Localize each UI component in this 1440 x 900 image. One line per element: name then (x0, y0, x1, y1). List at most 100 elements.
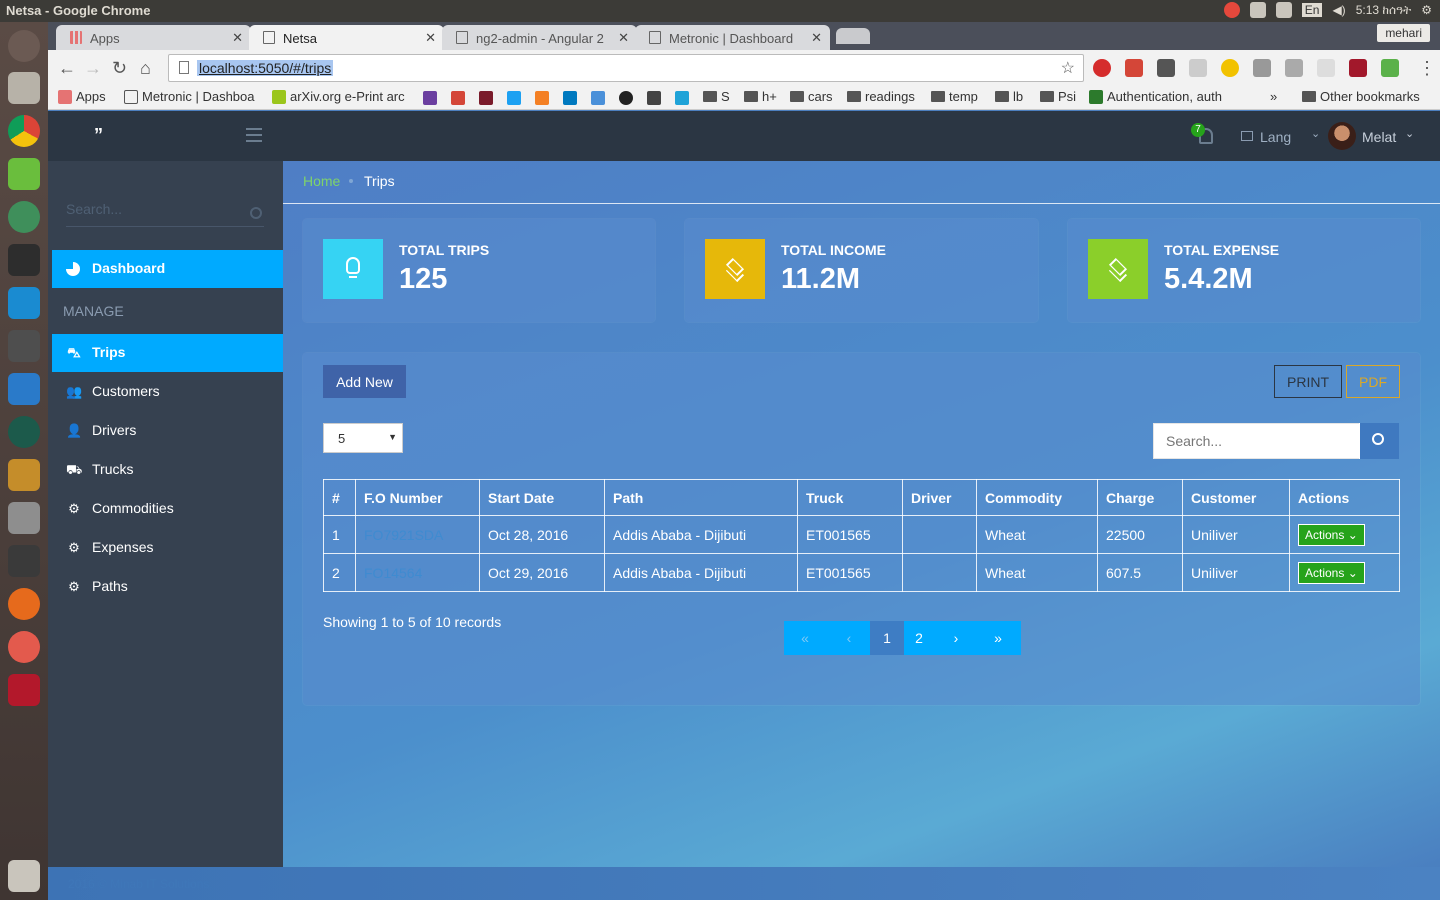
slack-icon[interactable] (479, 91, 493, 105)
prev-page-button[interactable]: ‹ (832, 621, 866, 655)
chrome-menu-icon[interactable]: ⋮ (1418, 58, 1436, 79)
twitter-icon[interactable] (507, 91, 521, 105)
bookmark-arxiv[interactable]: arXiv.org e-Print arc (272, 89, 405, 104)
bookmark-folder-psi[interactable]: Psi (1040, 89, 1076, 104)
sidebar-item-trucks[interactable]: ⛟ Trucks (52, 451, 283, 489)
reload-icon[interactable]: ↻ (112, 58, 127, 79)
tab-metronic[interactable]: Metronic | Dashboard ✕ (635, 25, 830, 50)
page-2-button[interactable]: 2 (902, 621, 936, 655)
bookmark-folder-s[interactable]: S (703, 89, 730, 104)
vue-devtools-icon[interactable] (1253, 59, 1271, 77)
lifebuoy-icon[interactable] (8, 631, 40, 663)
sidebar-item-customers[interactable]: 👥 Customers (52, 373, 283, 411)
mendeley-ext-icon[interactable] (1349, 59, 1367, 77)
close-icon[interactable]: ✕ (811, 30, 822, 46)
settings-gear-icon[interactable]: ⚙ (1421, 3, 1432, 17)
bookmarks-overflow[interactable]: » (1270, 89, 1277, 104)
bookmark-folder-hplus[interactable]: h+ (744, 89, 777, 104)
bookmark-folder-temp[interactable]: temp (931, 89, 978, 104)
ubuntu-home-icon[interactable] (8, 30, 40, 62)
bookmark-folder-lb[interactable]: lb (995, 89, 1023, 104)
bookmark-auth[interactable]: Authentication, auth (1089, 89, 1224, 104)
logo[interactable]: ” (94, 125, 103, 146)
address-bar[interactable]: localhost:5050/#/trips ☆ (168, 54, 1084, 82)
column-header[interactable]: Charge (1097, 479, 1183, 516)
webstorm-icon[interactable] (8, 287, 40, 319)
table-search-input[interactable] (1154, 424, 1359, 458)
actions-dropdown-button[interactable]: Actions ⌄ (1298, 523, 1365, 546)
link-icon[interactable] (591, 91, 605, 105)
column-header[interactable]: Commodity (976, 479, 1098, 516)
gmail-icon[interactable] (1125, 59, 1143, 77)
first-page-button[interactable]: « (788, 621, 822, 655)
column-header[interactable]: F.O Number (355, 479, 480, 516)
eyedropper-icon[interactable] (1381, 59, 1399, 77)
devdocs-icon[interactable] (647, 91, 661, 105)
sidebar-item-expenses[interactable]: ⚙ Expenses (52, 529, 283, 567)
bookmark-folder-readings[interactable]: readings (847, 89, 915, 104)
terminal-icon[interactable] (8, 244, 40, 276)
bookmark-other[interactable]: Other bookmarks (1302, 89, 1420, 104)
stackoverflow-icon[interactable] (535, 91, 549, 105)
adblock-icon[interactable] (1093, 59, 1111, 77)
bookmark-folder-cars[interactable]: cars (790, 89, 833, 104)
menu-toggle-icon[interactable] (246, 128, 262, 142)
fo-number-link[interactable]: FO7921SDA (364, 527, 443, 543)
chrome-tray-icon[interactable] (1223, 2, 1240, 18)
page-1-button[interactable]: 1 (870, 621, 904, 655)
trello-icon[interactable] (563, 91, 577, 105)
page-info-icon[interactable] (179, 61, 189, 74)
sidebar-item-dashboard[interactable]: Dashboard (52, 250, 283, 288)
search-button[interactable] (1359, 423, 1399, 459)
close-icon[interactable]: ✕ (425, 30, 436, 46)
actions-dropdown-button[interactable]: Actions ⌄ (1298, 561, 1365, 584)
column-header[interactable]: # (323, 479, 356, 516)
clock[interactable]: 5:13 ከሰዓት (1356, 3, 1412, 18)
forward-icon[interactable]: → (84, 58, 102, 79)
home-icon[interactable]: ⌂ (140, 58, 151, 79)
sidebar-item-trips[interactable]: ⛍ Trips (52, 334, 283, 372)
extension-grey-icon[interactable] (1189, 59, 1207, 77)
gitkraken-icon[interactable] (8, 416, 40, 448)
sidebar-item-paths[interactable]: ⚙ Paths (52, 568, 283, 606)
files-icon[interactable] (8, 72, 40, 104)
github-icon[interactable] (619, 91, 633, 105)
tab-apps[interactable]: Apps ✕ (56, 25, 251, 50)
bookmark-apps[interactable]: Apps (58, 89, 106, 104)
print-button[interactable]: PRINT (1274, 365, 1342, 398)
breadcrumb-home-link[interactable]: Home (303, 173, 340, 189)
tab-netsa[interactable]: Netsa ✕ (249, 25, 444, 50)
avatar[interactable] (1328, 122, 1356, 150)
profile-button[interactable]: mehari (1377, 24, 1430, 42)
cloud-icon[interactable] (1249, 2, 1266, 18)
keyboard-lang[interactable]: En (1301, 3, 1323, 17)
pocket-icon[interactable] (1157, 59, 1175, 77)
extension-light-icon[interactable] (1317, 59, 1335, 77)
mendeley-icon[interactable] (8, 674, 40, 706)
sidebar-search[interactable]: Search... (66, 201, 264, 227)
chrome-launcher-icon[interactable] (8, 115, 40, 147)
language-dropdown[interactable]: Lang (1260, 129, 1291, 145)
vscode-icon[interactable] (8, 373, 40, 405)
next-page-button[interactable]: › (939, 621, 973, 655)
gmail-bookmark-icon[interactable] (451, 91, 465, 105)
sidebar-item-drivers[interactable]: 👤 Drivers (52, 412, 283, 450)
search-icon[interactable] (250, 207, 262, 219)
fo-number-link[interactable]: FO14564 (364, 565, 422, 581)
firefox-icon[interactable] (8, 588, 40, 620)
sublime-icon[interactable] (8, 330, 40, 362)
angular-icon[interactable] (1285, 59, 1303, 77)
system-monitor-icon[interactable] (8, 545, 40, 577)
column-header[interactable]: Path (604, 479, 798, 516)
sidebar-search-input[interactable]: Search... (66, 201, 122, 217)
add-new-button[interactable]: Add New (323, 365, 406, 398)
page-size-select[interactable]: 5 ▼ (323, 423, 403, 453)
yammer-icon[interactable] (675, 91, 689, 105)
pdf-button[interactable]: PDF (1346, 365, 1400, 398)
close-icon[interactable]: ✕ (232, 30, 243, 46)
volume-icon[interactable]: ◀) (1332, 3, 1345, 17)
column-header[interactable]: Start Date (479, 479, 605, 516)
column-header[interactable]: Customer (1182, 479, 1290, 516)
column-header[interactable]: Truck (797, 479, 903, 516)
pycharm-icon[interactable] (8, 158, 40, 190)
